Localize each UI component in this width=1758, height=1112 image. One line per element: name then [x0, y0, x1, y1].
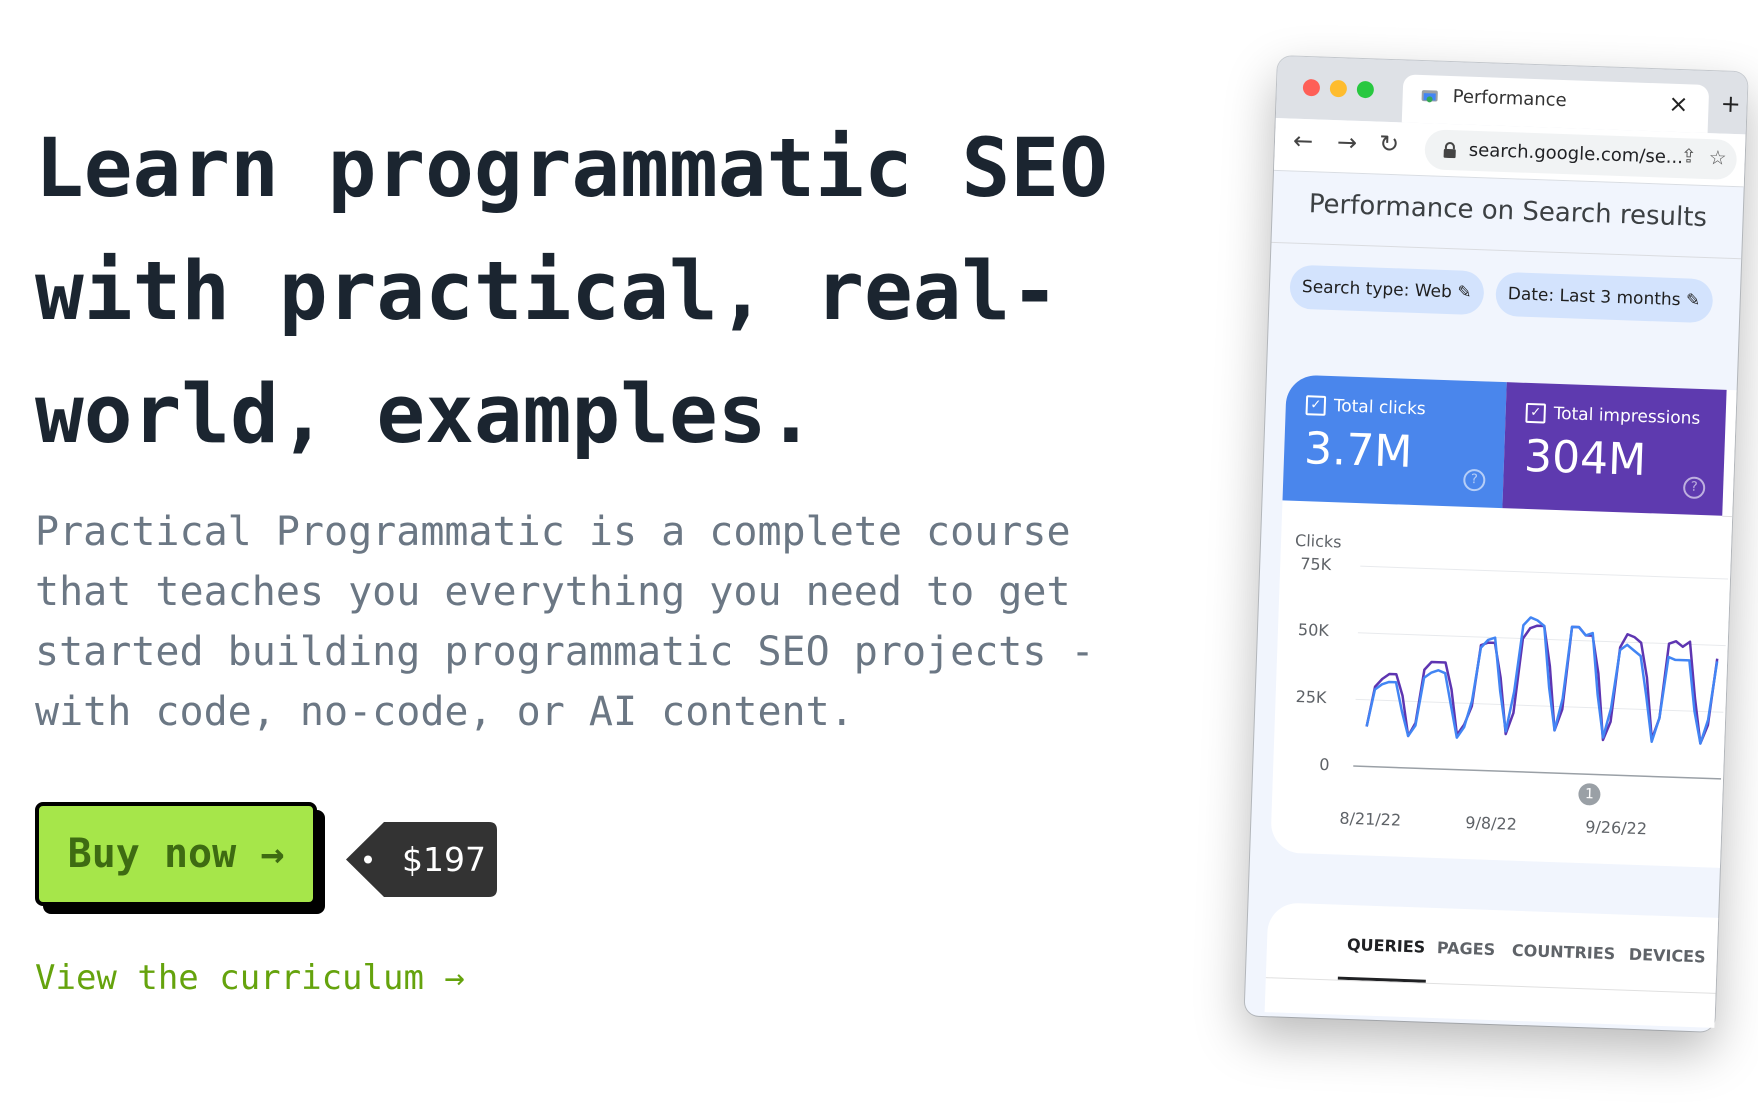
- maximize-window-icon[interactable]: [1356, 80, 1375, 99]
- divider: [1265, 977, 1716, 994]
- search-type-filter-chip[interactable]: Search type: Web ✎: [1289, 264, 1485, 316]
- total-impressions-tile[interactable]: ✓ Total impressions 304M ?: [1502, 382, 1727, 516]
- date-filter-chip[interactable]: Date: Last 3 months ✎: [1495, 271, 1713, 324]
- view-curriculum-link[interactable]: View the curriculum →: [35, 958, 465, 998]
- hero-title: Learn programmatic SEO with practical, r…: [35, 108, 1215, 477]
- price-tag: $197: [346, 822, 497, 897]
- edit-icon: ✎: [1685, 290, 1701, 311]
- clicks-chart: [1353, 565, 1729, 780]
- help-icon[interactable]: ?: [1462, 468, 1486, 492]
- help-icon[interactable]: ?: [1682, 476, 1706, 500]
- tag-hole-icon: [364, 855, 372, 864]
- minimize-window-icon[interactable]: [1329, 79, 1348, 98]
- address-bar[interactable]: search.google.com/se... ⇪ ☆: [1424, 129, 1738, 181]
- search-console-icon: [1421, 90, 1438, 103]
- close-tab-icon[interactable]: ×: [1668, 90, 1689, 119]
- divider: [1271, 241, 1742, 260]
- x-tick-label: 9/8/22: [1465, 813, 1518, 834]
- close-window-icon[interactable]: [1302, 78, 1321, 97]
- tab-countries[interactable]: COUNTRIES: [1512, 941, 1616, 964]
- x-tick-label: 9/26/22: [1584, 817, 1648, 839]
- buy-now-wrapper: Buy now →: [35, 802, 325, 914]
- clicks-series-line: [1365, 616, 1719, 745]
- tab-queries[interactable]: QUERIES: [1347, 935, 1426, 957]
- new-tab-icon[interactable]: +: [1720, 89, 1741, 118]
- tab-title: Performance: [1452, 86, 1568, 112]
- gridline: [1355, 698, 1724, 713]
- hero-title-line: with practical, real-: [35, 245, 1060, 339]
- description-line: with code, no-code, or AI content.: [35, 689, 854, 735]
- description-line: started building programmatic SEO projec…: [35, 629, 1095, 675]
- checkbox-checked-icon[interactable]: ✓: [1525, 402, 1547, 424]
- description-line: Practical Programmatic is a complete cou…: [35, 509, 1071, 555]
- url-text: search.google.com/se...: [1468, 139, 1684, 169]
- chip-label: Search type: Web: [1301, 276, 1453, 303]
- gridline: [1360, 565, 1729, 580]
- browser-window: Performance × + ← → ↻ search.google.com/…: [1244, 56, 1748, 1032]
- description-line: that teaches you everything you need to …: [35, 569, 1071, 615]
- metric-label: Total clicks: [1333, 396, 1427, 420]
- hero-title-line: Learn programmatic SEO: [35, 122, 1108, 216]
- total-clicks-tile[interactable]: ✓ Total clicks 3.7M ?: [1282, 374, 1507, 509]
- metric-value: 304M: [1523, 430, 1647, 487]
- x-axis-line: [1353, 765, 1722, 780]
- x-tick-label: 8/21/22: [1339, 808, 1402, 830]
- metric-label: Total impressions: [1553, 403, 1701, 429]
- price-value: $197: [402, 840, 486, 879]
- reload-icon[interactable]: ↻: [1379, 130, 1400, 159]
- bookmark-star-icon[interactable]: ☆: [1708, 145, 1727, 170]
- buy-now-button[interactable]: Buy now →: [35, 802, 317, 906]
- tab-pages[interactable]: PAGES: [1437, 938, 1496, 959]
- lock-icon: [1443, 142, 1456, 159]
- edit-icon: ✎: [1456, 282, 1472, 303]
- share-icon[interactable]: ⇪: [1680, 145, 1697, 168]
- tab-devices[interactable]: DEVICES: [1629, 945, 1706, 967]
- back-icon[interactable]: ←: [1293, 127, 1314, 156]
- hero-title-line: world, examples.: [35, 368, 816, 462]
- report-tabs-card: QUERIES PAGES COUNTRIES DEVICES: [1264, 902, 1719, 1028]
- metric-value: 3.7M: [1303, 423, 1414, 478]
- hero-description: Practical Programmatic is a complete cou…: [35, 502, 1095, 742]
- checkbox-checked-icon[interactable]: ✓: [1305, 395, 1327, 416]
- chip-label: Date: Last 3 months: [1507, 284, 1681, 311]
- forward-icon[interactable]: →: [1337, 128, 1358, 157]
- page-title: Performance on Search results: [1308, 189, 1708, 234]
